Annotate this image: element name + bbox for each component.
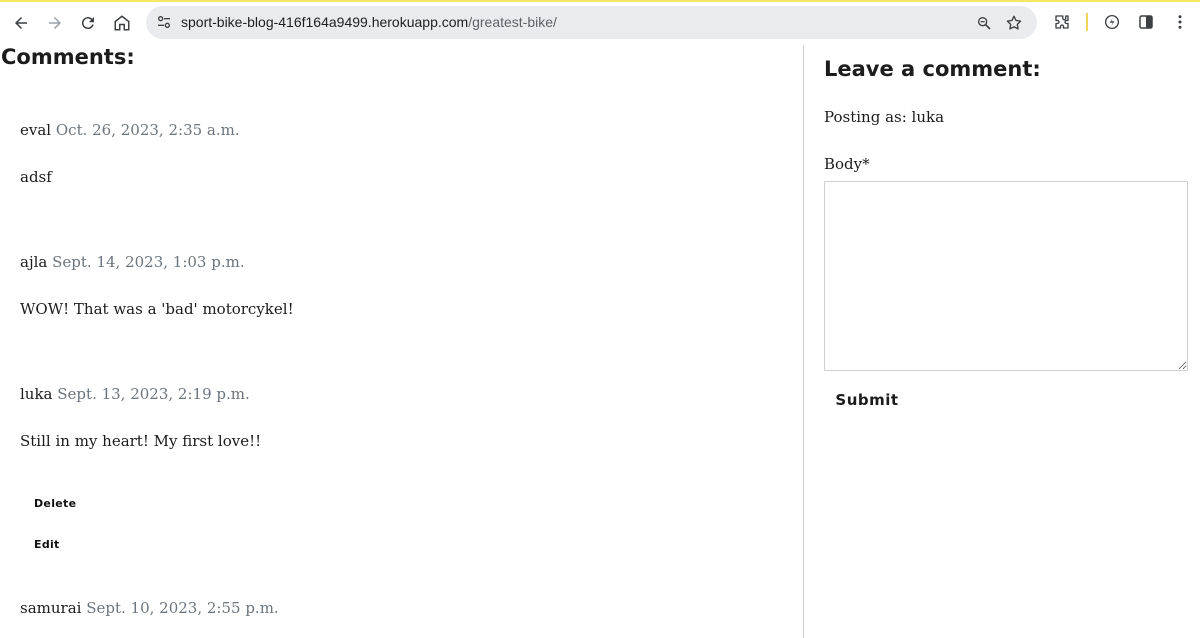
leave-comment-heading: Leave a comment: [824,57,1041,81]
home-icon [114,15,130,31]
address-bar[interactable]: sport-bike-blog-416f164a9499.herokuapp.c… [146,6,1037,39]
comments-heading: Comments: [1,45,135,69]
comment-body: WOW! That was a 'bad' motorcykel! [20,300,294,318]
comments-section: Comments: eval Oct. 26, 2023, 2:35 a.m. … [0,45,803,638]
url-host: sport-bike-blog-416f164a9499.herokuapp.c… [181,14,469,30]
body-field-label: Body* [824,155,870,173]
comment-date: Sept. 10, 2023, 2:55 p.m. [86,599,279,617]
home-button[interactable] [109,10,135,36]
comment-date: Sept. 13, 2023, 2:19 p.m. [57,385,250,403]
site-info-icon[interactable] [154,12,174,32]
comment-author: ajla [20,253,48,271]
performance-icon[interactable] [1101,11,1123,33]
back-arrow-icon [15,17,27,29]
side-panel-icon[interactable] [1135,11,1157,33]
reload-icon [81,17,94,30]
extensions-icon[interactable] [1051,11,1073,33]
comment-meta: eval Oct. 26, 2023, 2:35 a.m. [20,121,240,139]
comment-author: samurai [20,599,82,617]
reload-button[interactable] [75,10,101,36]
comment-meta: ajla Sept. 14, 2023, 1:03 p.m. [20,253,245,271]
browser-toolbar: sport-bike-blog-416f164a9499.herokuapp.c… [0,0,1200,45]
comment-body: adsf [20,168,52,186]
zoom-icon[interactable] [974,13,994,33]
url-text[interactable]: sport-bike-blog-416f164a9499.herokuapp.c… [181,14,557,30]
comment-date: Sept. 14, 2023, 1:03 p.m. [52,253,245,271]
toolbar-divider [1086,13,1088,31]
comment-author: eval [20,121,52,139]
comment-body: Still in my heart! My first love!! [20,432,262,450]
comment-meta: luka Sept. 13, 2023, 2:19 p.m. [20,385,250,403]
comment-body-textarea[interactable] [824,181,1188,371]
more-menu-icon[interactable] [1169,11,1191,33]
submit-button[interactable]: Submit [824,384,910,416]
comment-form: Leave a comment: Posting as: luka Body* … [804,45,1200,638]
forward-arrow-icon [49,17,61,29]
delete-comment-button[interactable]: Delete [34,497,76,510]
comment-meta: samurai Sept. 10, 2023, 2:55 p.m. [20,599,279,617]
posting-as-text: Posting as: luka [824,108,945,126]
back-button[interactable] [8,10,34,36]
forward-button[interactable] [42,10,68,36]
window-accent-line [0,0,1200,2]
comment-author: luka [20,385,53,403]
url-path: /greatest-bike/ [468,14,557,30]
bookmark-star-icon[interactable] [1004,13,1024,33]
comment-date: Oct. 26, 2023, 2:35 a.m. [55,121,240,139]
edit-comment-button[interactable]: Edit [34,538,60,551]
